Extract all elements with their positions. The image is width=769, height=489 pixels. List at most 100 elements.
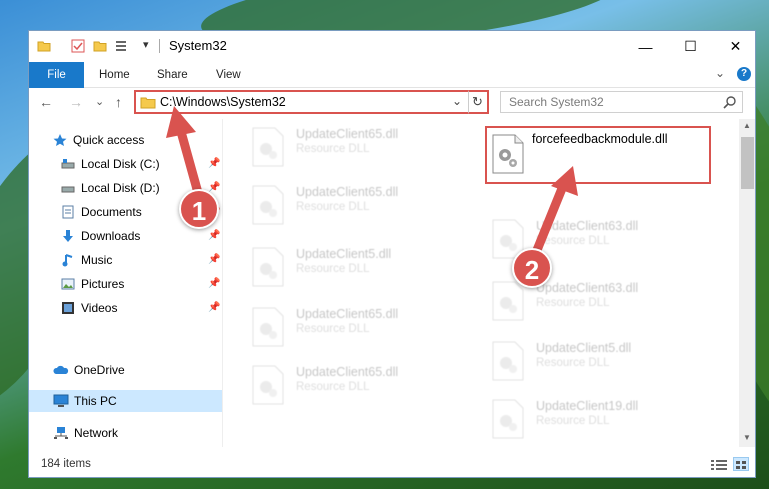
file-name: forcefeedbackmodule.dll <box>532 132 668 146</box>
scrollbar-thumb[interactable] <box>741 137 754 189</box>
file-name: UpdateClient5.dll <box>296 247 392 261</box>
maximize-button[interactable]: ☐ <box>668 31 713 62</box>
refresh-icon: ↻ <box>472 94 483 109</box>
sidebar-item-onedrive[interactable]: OneDrive <box>29 359 222 381</box>
title-bar: ▾ System32 — ☐ ✕ <box>29 31 755 62</box>
file-type: Resource DLL <box>296 201 370 213</box>
file-name: UpdateClient65.dll <box>296 307 399 321</box>
highlighted-file-item[interactable]: forcefeedbackmodule.dll <box>485 126 711 184</box>
file-name: UpdateClient63.dll <box>536 281 639 295</box>
item-count: 184 items <box>41 458 91 470</box>
vertical-scrollbar[interactable]: ▲ ▼ <box>739 119 755 447</box>
tab-share[interactable]: Share <box>157 62 188 88</box>
status-bar: 184 items <box>29 449 755 477</box>
file-item[interactable]: UpdateClient63.dll Resource DLL <box>463 277 683 327</box>
sidebar-item-this-pc[interactable]: This PC <box>29 390 222 412</box>
pin-icon[interactable]: 📌 <box>208 278 220 289</box>
ribbon-tabs: File Home Share View ⌄ ? <box>29 62 755 88</box>
sidebar-item-label: Videos <box>81 301 118 315</box>
documents-icon <box>61 205 75 219</box>
window-title: System32 <box>169 38 227 53</box>
file-list: UpdateClient65.dll Resource DLL UpdateCl… <box>223 119 739 447</box>
details-view-icon[interactable] <box>711 458 727 476</box>
file-type: Resource DLL <box>536 357 610 369</box>
file-name: UpdateClient19.dll <box>536 399 639 413</box>
file-type: Resource DLL <box>296 323 370 335</box>
dll-file-icon <box>491 134 525 179</box>
step-1-badge: 1 <box>179 189 219 229</box>
sidebar-item-label: Pictures <box>81 277 125 291</box>
folder-icon <box>140 95 156 114</box>
new-folder-icon[interactable] <box>93 39 107 53</box>
scroll-up-arrow-icon[interactable]: ▲ <box>743 121 751 130</box>
tab-view[interactable]: View <box>216 62 241 88</box>
file-item[interactable]: UpdateClient65.dll Resource DLL <box>223 303 443 353</box>
explorer-window: ▾ System32 — ☐ ✕ File Home Share View ⌄ … <box>28 30 756 478</box>
customize-toolbar-icon[interactable] <box>115 39 129 53</box>
quick-access-toolbar-dropdown[interactable]: ▾ <box>143 38 149 51</box>
recent-locations-button[interactable]: ⌄ <box>95 95 104 108</box>
drive-icon <box>61 157 75 171</box>
videos-icon <box>61 301 75 315</box>
sidebar-item-local-disk-c[interactable]: Local Disk (C:) 📌 <box>29 153 222 175</box>
file-name: UpdateClient5.dll <box>536 341 632 355</box>
file-name: UpdateClient65.dll <box>296 127 399 141</box>
sidebar-item-videos[interactable]: Videos 📌 <box>29 297 222 319</box>
sidebar-item-pictures[interactable]: Pictures 📌 <box>29 273 222 295</box>
file-item[interactable]: UpdateClient65.dll Resource DLL <box>223 361 443 411</box>
pin-icon[interactable]: 📌 <box>208 302 220 313</box>
sidebar-item-quick-access[interactable]: Quick access <box>29 129 222 151</box>
file-item[interactable]: UpdateClient5.dll Resource DLL <box>223 243 443 293</box>
file-type: Resource DLL <box>296 143 370 155</box>
back-button[interactable]: ← <box>39 94 53 110</box>
close-button[interactable]: ✕ <box>713 31 755 62</box>
sidebar-item-label: This PC <box>74 394 117 408</box>
file-item[interactable]: UpdateClient65.dll Resource DLL <box>223 123 443 173</box>
title-separator <box>159 39 160 53</box>
sidebar-item-music[interactable]: Music 📌 <box>29 249 222 271</box>
file-item[interactable]: UpdateClient63.dll Resource DLL <box>463 215 683 265</box>
navigation-pane: Quick access Local Disk (C:) 📌 Local Dis… <box>29 119 222 447</box>
dll-file-icon <box>251 127 285 167</box>
help-button[interactable]: ? <box>737 67 751 81</box>
pin-icon[interactable]: 📌 <box>208 158 220 169</box>
sidebar-item-label: Documents <box>81 205 142 219</box>
sidebar-item-label: Local Disk (C:) <box>81 157 160 171</box>
folder-icon[interactable] <box>37 39 51 53</box>
dll-file-icon <box>491 281 525 321</box>
refresh-button[interactable]: ↻ <box>468 90 489 114</box>
forward-button[interactable]: → <box>69 94 83 110</box>
cloud-icon <box>53 363 69 377</box>
minimize-button[interactable]: — <box>623 31 668 62</box>
sidebar-item-label: OneDrive <box>74 363 125 377</box>
pin-icon[interactable]: 📌 <box>208 254 220 265</box>
address-bar[interactable]: C:\Windows\System32 ⌄ <box>134 90 489 114</box>
sidebar-item-label: Downloads <box>81 229 141 243</box>
ribbon-expand-button[interactable]: ⌄ <box>715 66 725 80</box>
file-type: Resource DLL <box>536 297 610 309</box>
scroll-down-arrow-icon[interactable]: ▼ <box>743 433 751 442</box>
file-item[interactable]: UpdateClient5.dll Resource DLL <box>463 337 683 387</box>
search-placeholder: Search System32 <box>509 95 604 109</box>
search-input[interactable]: Search System32 <box>500 91 743 113</box>
downloads-icon <box>61 229 75 243</box>
drive-icon <box>61 181 75 195</box>
properties-icon[interactable] <box>71 39 85 53</box>
tiles-view-icon[interactable] <box>733 457 749 471</box>
file-item[interactable]: UpdateClient19.dll Resource DLL <box>463 395 683 445</box>
pin-icon[interactable]: 📌 <box>208 230 220 241</box>
sidebar-item-network[interactable]: Network <box>29 422 222 444</box>
up-button[interactable]: ↑ <box>115 94 122 110</box>
dll-file-icon <box>251 307 285 347</box>
computer-icon <box>53 394 69 408</box>
tab-file[interactable]: File <box>29 62 84 88</box>
music-icon <box>61 253 75 267</box>
file-type: Resource DLL <box>536 235 610 247</box>
dll-file-icon <box>251 365 285 405</box>
file-item[interactable]: UpdateClient65.dll Resource DLL <box>223 181 443 231</box>
file-type: Resource DLL <box>296 381 370 393</box>
network-icon <box>53 426 68 440</box>
address-dropdown-button[interactable]: ⌄ <box>452 94 462 108</box>
sidebar-item-label: Local Disk (D:) <box>81 181 160 195</box>
tab-home[interactable]: Home <box>99 62 130 88</box>
